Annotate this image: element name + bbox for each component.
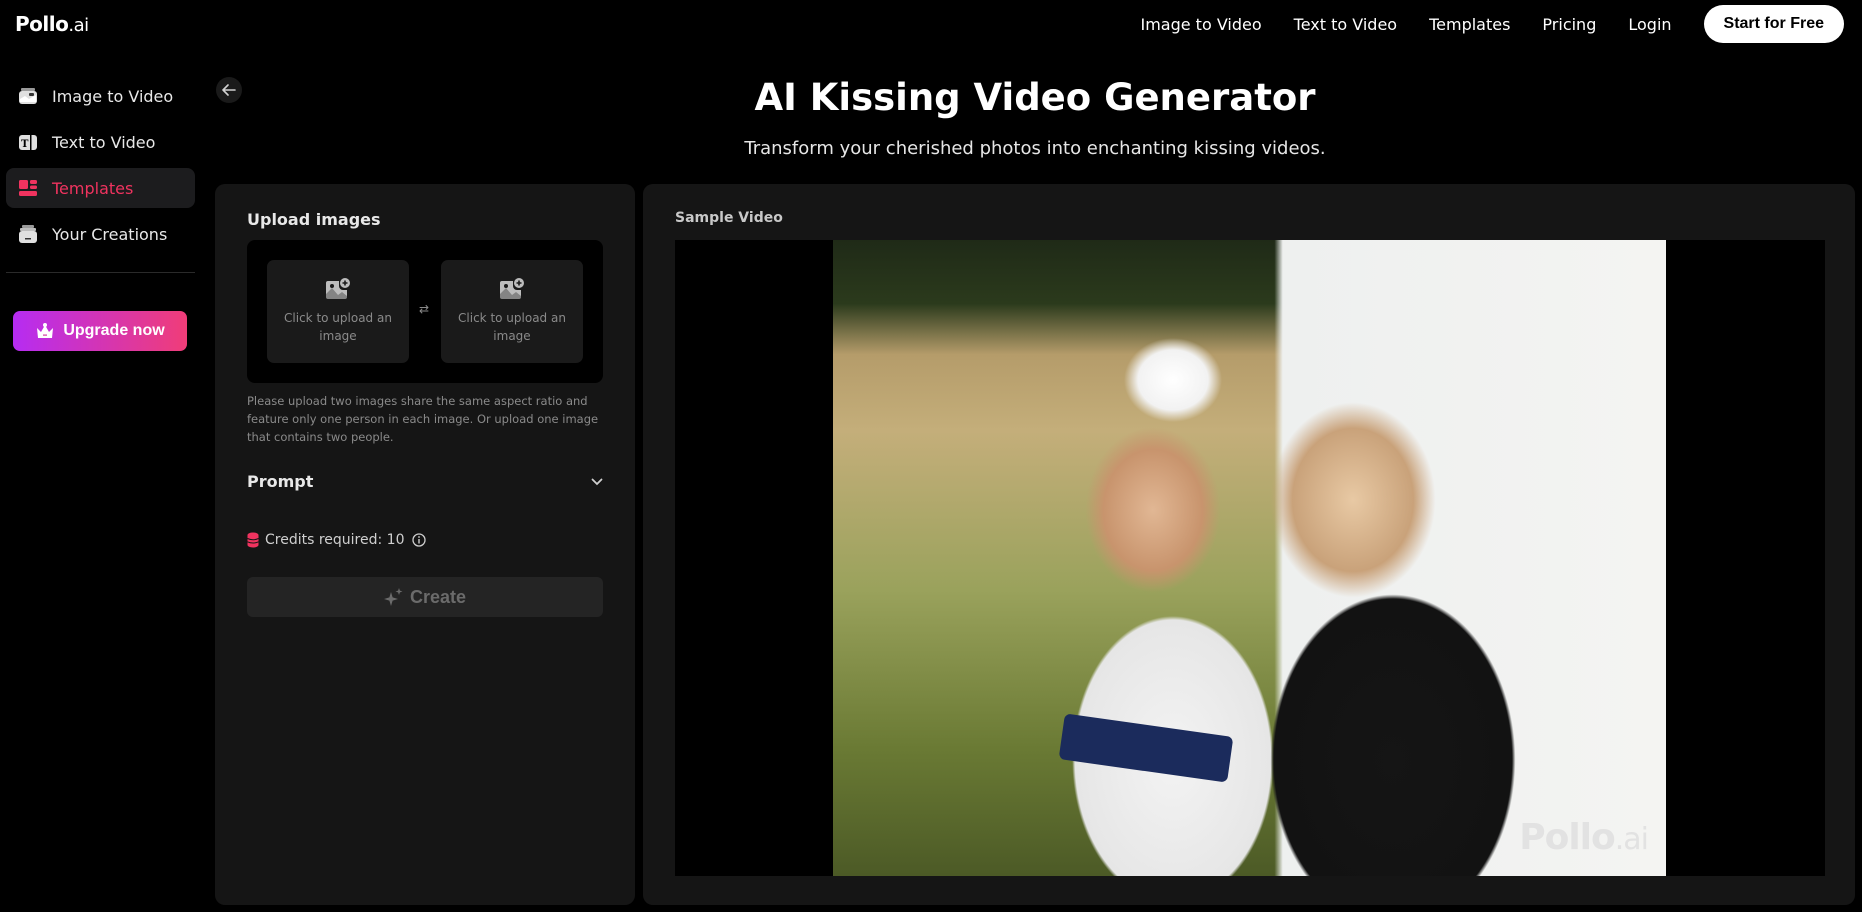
upgrade-now-button[interactable]: Upgrade now [13,311,187,351]
page-subtitle: Transform your cherished photos into enc… [744,138,1326,159]
creations-icon [18,224,38,244]
page-title: AI Kissing Video Generator [754,76,1316,119]
upload-images-heading: Upload images [247,210,381,229]
sidebar-item-label: Templates [52,178,134,198]
generator-form-panel: Upload images Click to upload an image ⇄… [215,184,635,905]
upload-slot-label: Click to upload an image [284,311,392,343]
sidebar-item-templates[interactable]: Templates [6,168,195,208]
logo-name: Pollo [15,12,69,36]
sparkle-icon [383,587,404,607]
create-button[interactable]: Create [247,577,603,617]
crown-icon [35,322,55,340]
templates-icon [18,178,38,198]
sidebar-item-your-creations[interactable]: Your Creations [6,214,195,254]
credits-required: Credits required: 10 [247,532,426,548]
upload-slot-label: Click to upload an image [458,311,566,343]
sidebar-divider [6,272,195,273]
sample-video-frame-image: Pollo.ai [833,240,1666,876]
watermark-name: Pollo [1519,817,1616,858]
chevron-down-icon [591,478,603,485]
nav-pricing[interactable]: Pricing [1542,15,1596,34]
upload-slot-2[interactable]: Click to upload an image [441,260,583,363]
video-detail [1058,713,1234,783]
logo-suffix: .ai [68,15,89,36]
upload-slot-1[interactable]: Click to upload an image [267,260,409,363]
info-icon[interactable] [411,533,426,547]
prompt-label: Prompt [247,472,314,491]
sidebar-item-label: Your Creations [52,224,168,244]
top-nav-links: Image to Video Text to Video Templates P… [1140,5,1844,43]
pollo-logo[interactable]: Pollo.ai [15,12,89,36]
sample-video-player[interactable]: Pollo.ai [675,240,1825,876]
image-add-icon [326,278,350,299]
image-add-icon [500,278,524,299]
sample-video-heading: Sample Video [675,210,783,226]
nav-text-to-video[interactable]: Text to Video [1294,15,1397,34]
swap-icon[interactable]: ⇄ [419,302,429,316]
sample-video-panel: Sample Video Pollo.ai [643,184,1855,905]
credits-label: Credits required: 10 [265,532,405,548]
nav-templates[interactable]: Templates [1429,15,1510,34]
upload-hint: Please upload two images share the same … [247,394,599,444]
upload-area: Click to upload an image ⇄ Click to uplo… [247,240,603,383]
start-for-free-button[interactable]: Start for Free [1703,5,1844,43]
credits-coin-icon [247,532,259,548]
prompt-toggle[interactable]: Prompt [247,472,603,491]
nav-login[interactable]: Login [1628,15,1671,34]
upgrade-label: Upgrade now [63,322,165,339]
video-watermark: Pollo.ai [1519,817,1649,858]
nav-image-to-video[interactable]: Image to Video [1140,15,1261,34]
top-navigation: Pollo.ai Image to Video Text to Video Te… [0,0,1862,48]
watermark-suffix: .ai [1614,822,1649,857]
create-label: Create [409,586,467,607]
